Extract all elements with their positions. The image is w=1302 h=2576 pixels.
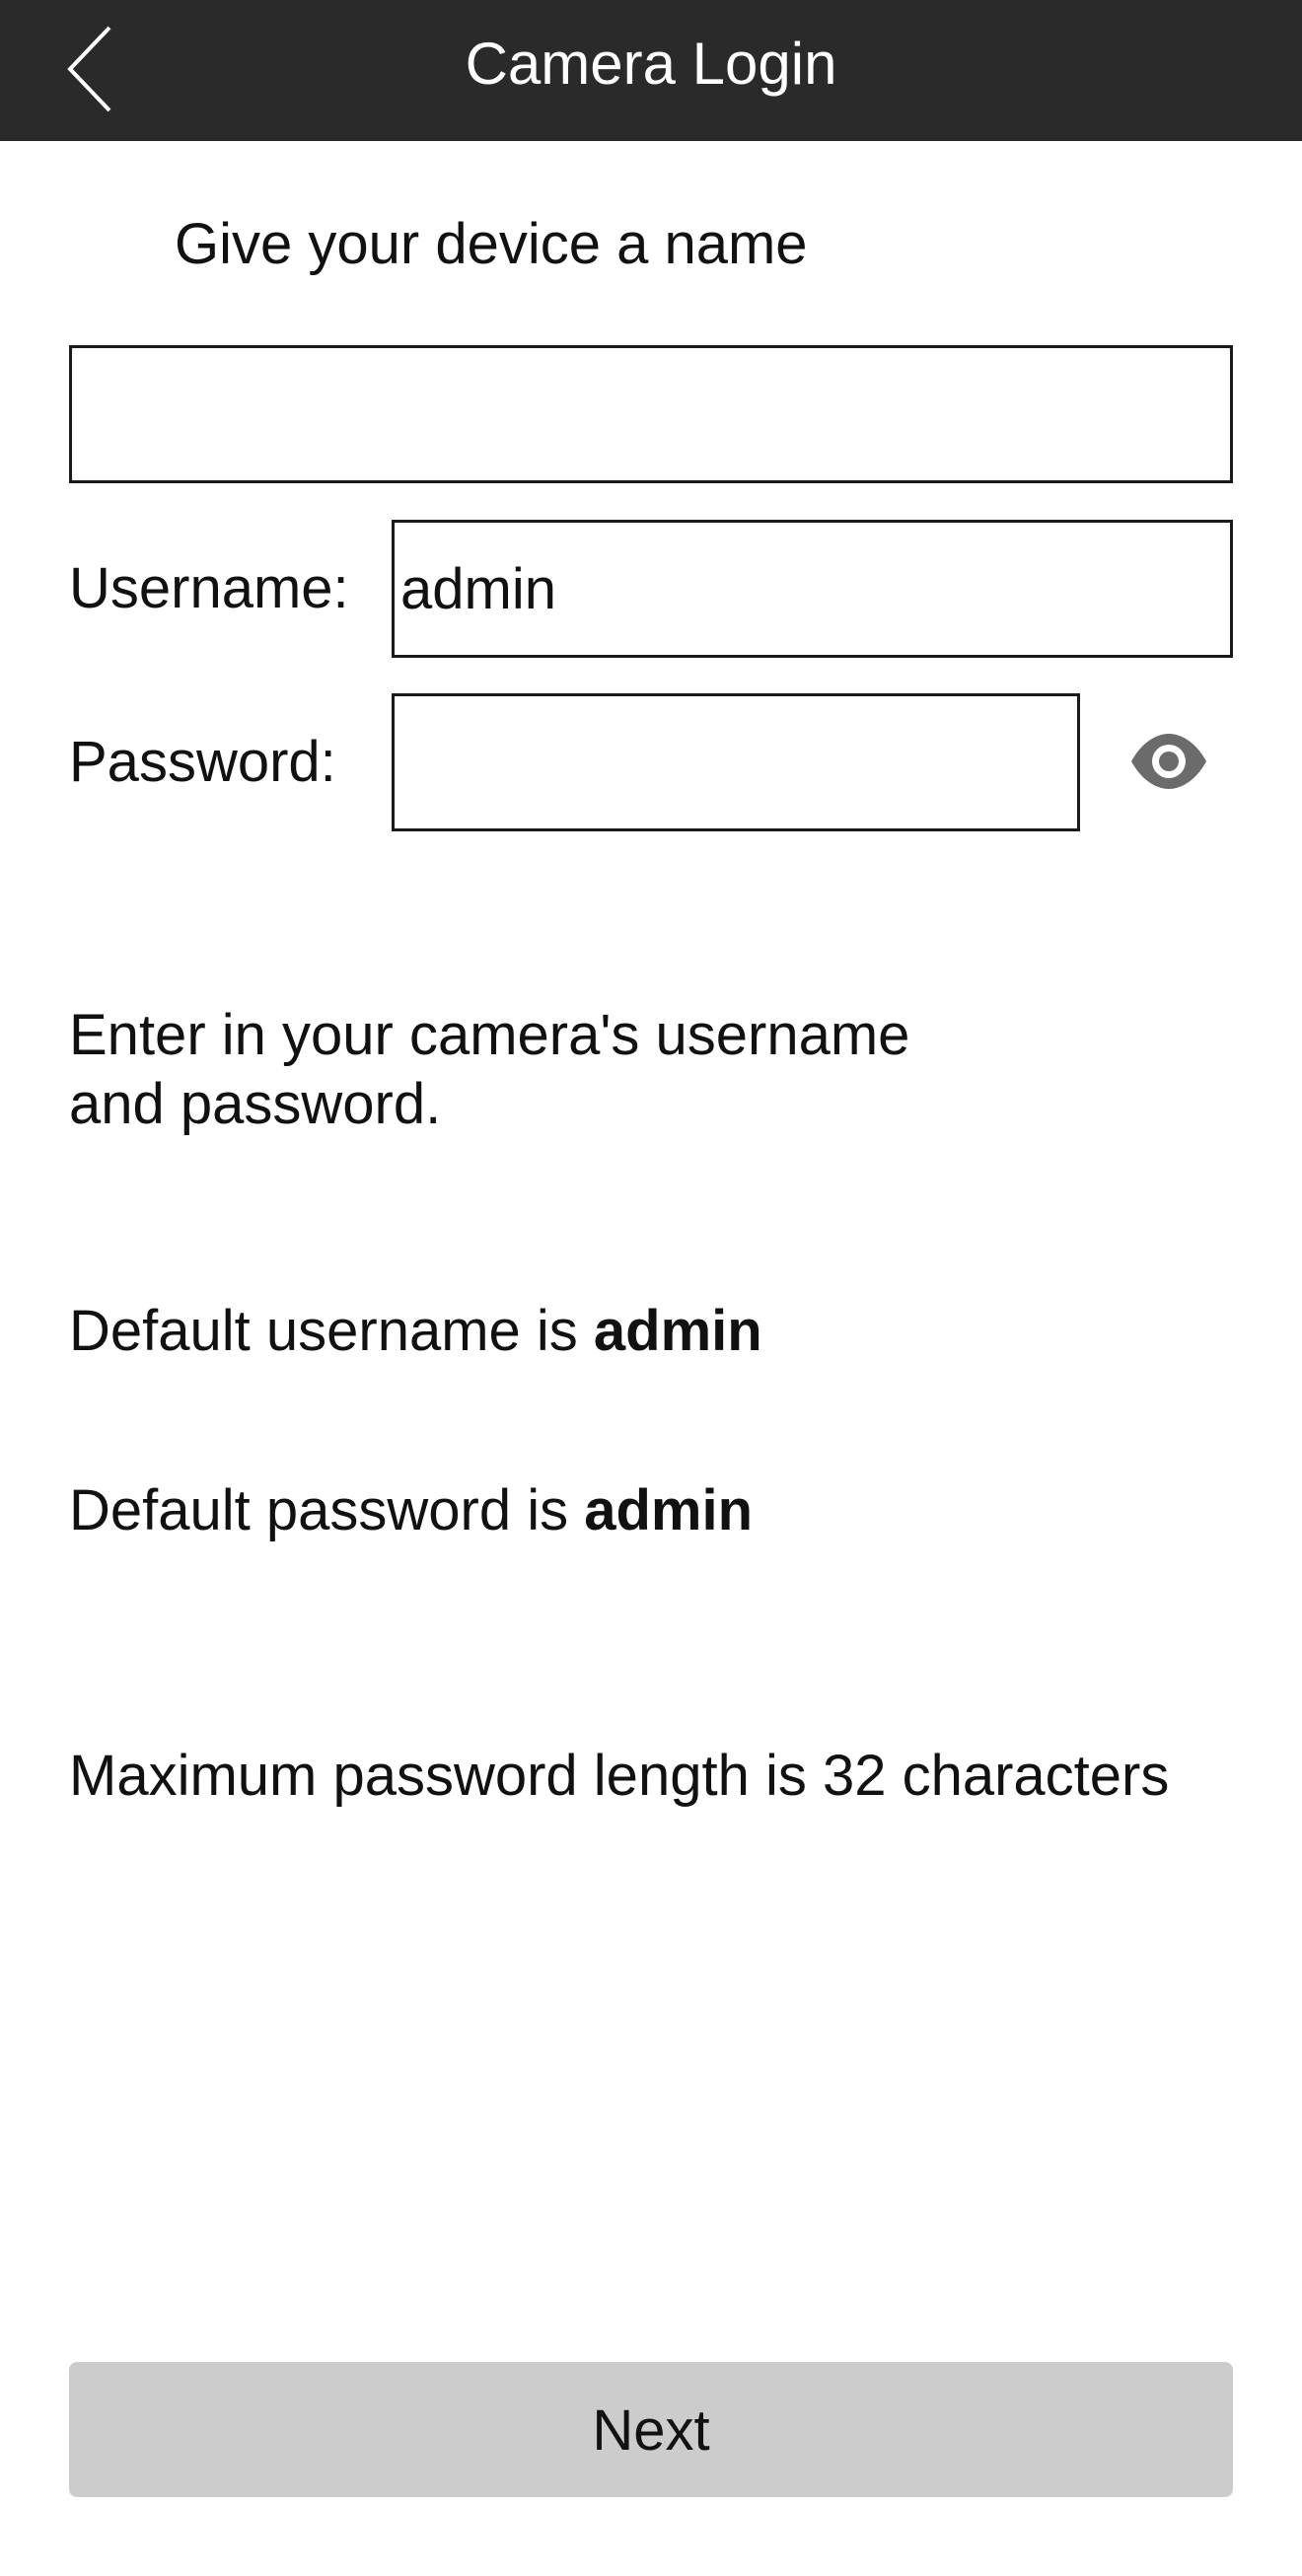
show-password-button[interactable]: [1120, 728, 1218, 797]
next-button[interactable]: Next: [69, 2362, 1233, 2497]
password-input[interactable]: [392, 693, 1080, 831]
default-password-prefix: Default password is: [69, 1478, 585, 1542]
default-username-note: Default username is admin: [69, 1297, 762, 1366]
eye-icon: [1131, 734, 1206, 789]
max-password-length-note: Maximum password length is 32 characters: [69, 1744, 1170, 1808]
default-password-note: Default password is admin: [69, 1476, 753, 1545]
device-name-input[interactable]: [69, 345, 1233, 483]
password-label: Password:: [69, 730, 336, 794]
top-bar: Camera Login: [0, 0, 1302, 141]
instructions-text: Enter in your camera's username and pass…: [69, 1003, 910, 1136]
page-title: Camera Login: [465, 31, 837, 97]
username-input[interactable]: [392, 520, 1233, 658]
username-label: Username:: [69, 556, 349, 620]
default-username-value: admin: [593, 1299, 762, 1363]
default-password-value: admin: [584, 1478, 754, 1542]
default-username-prefix: Default username is: [69, 1299, 594, 1363]
device-name-prompt: Give your device a name: [175, 212, 808, 276]
